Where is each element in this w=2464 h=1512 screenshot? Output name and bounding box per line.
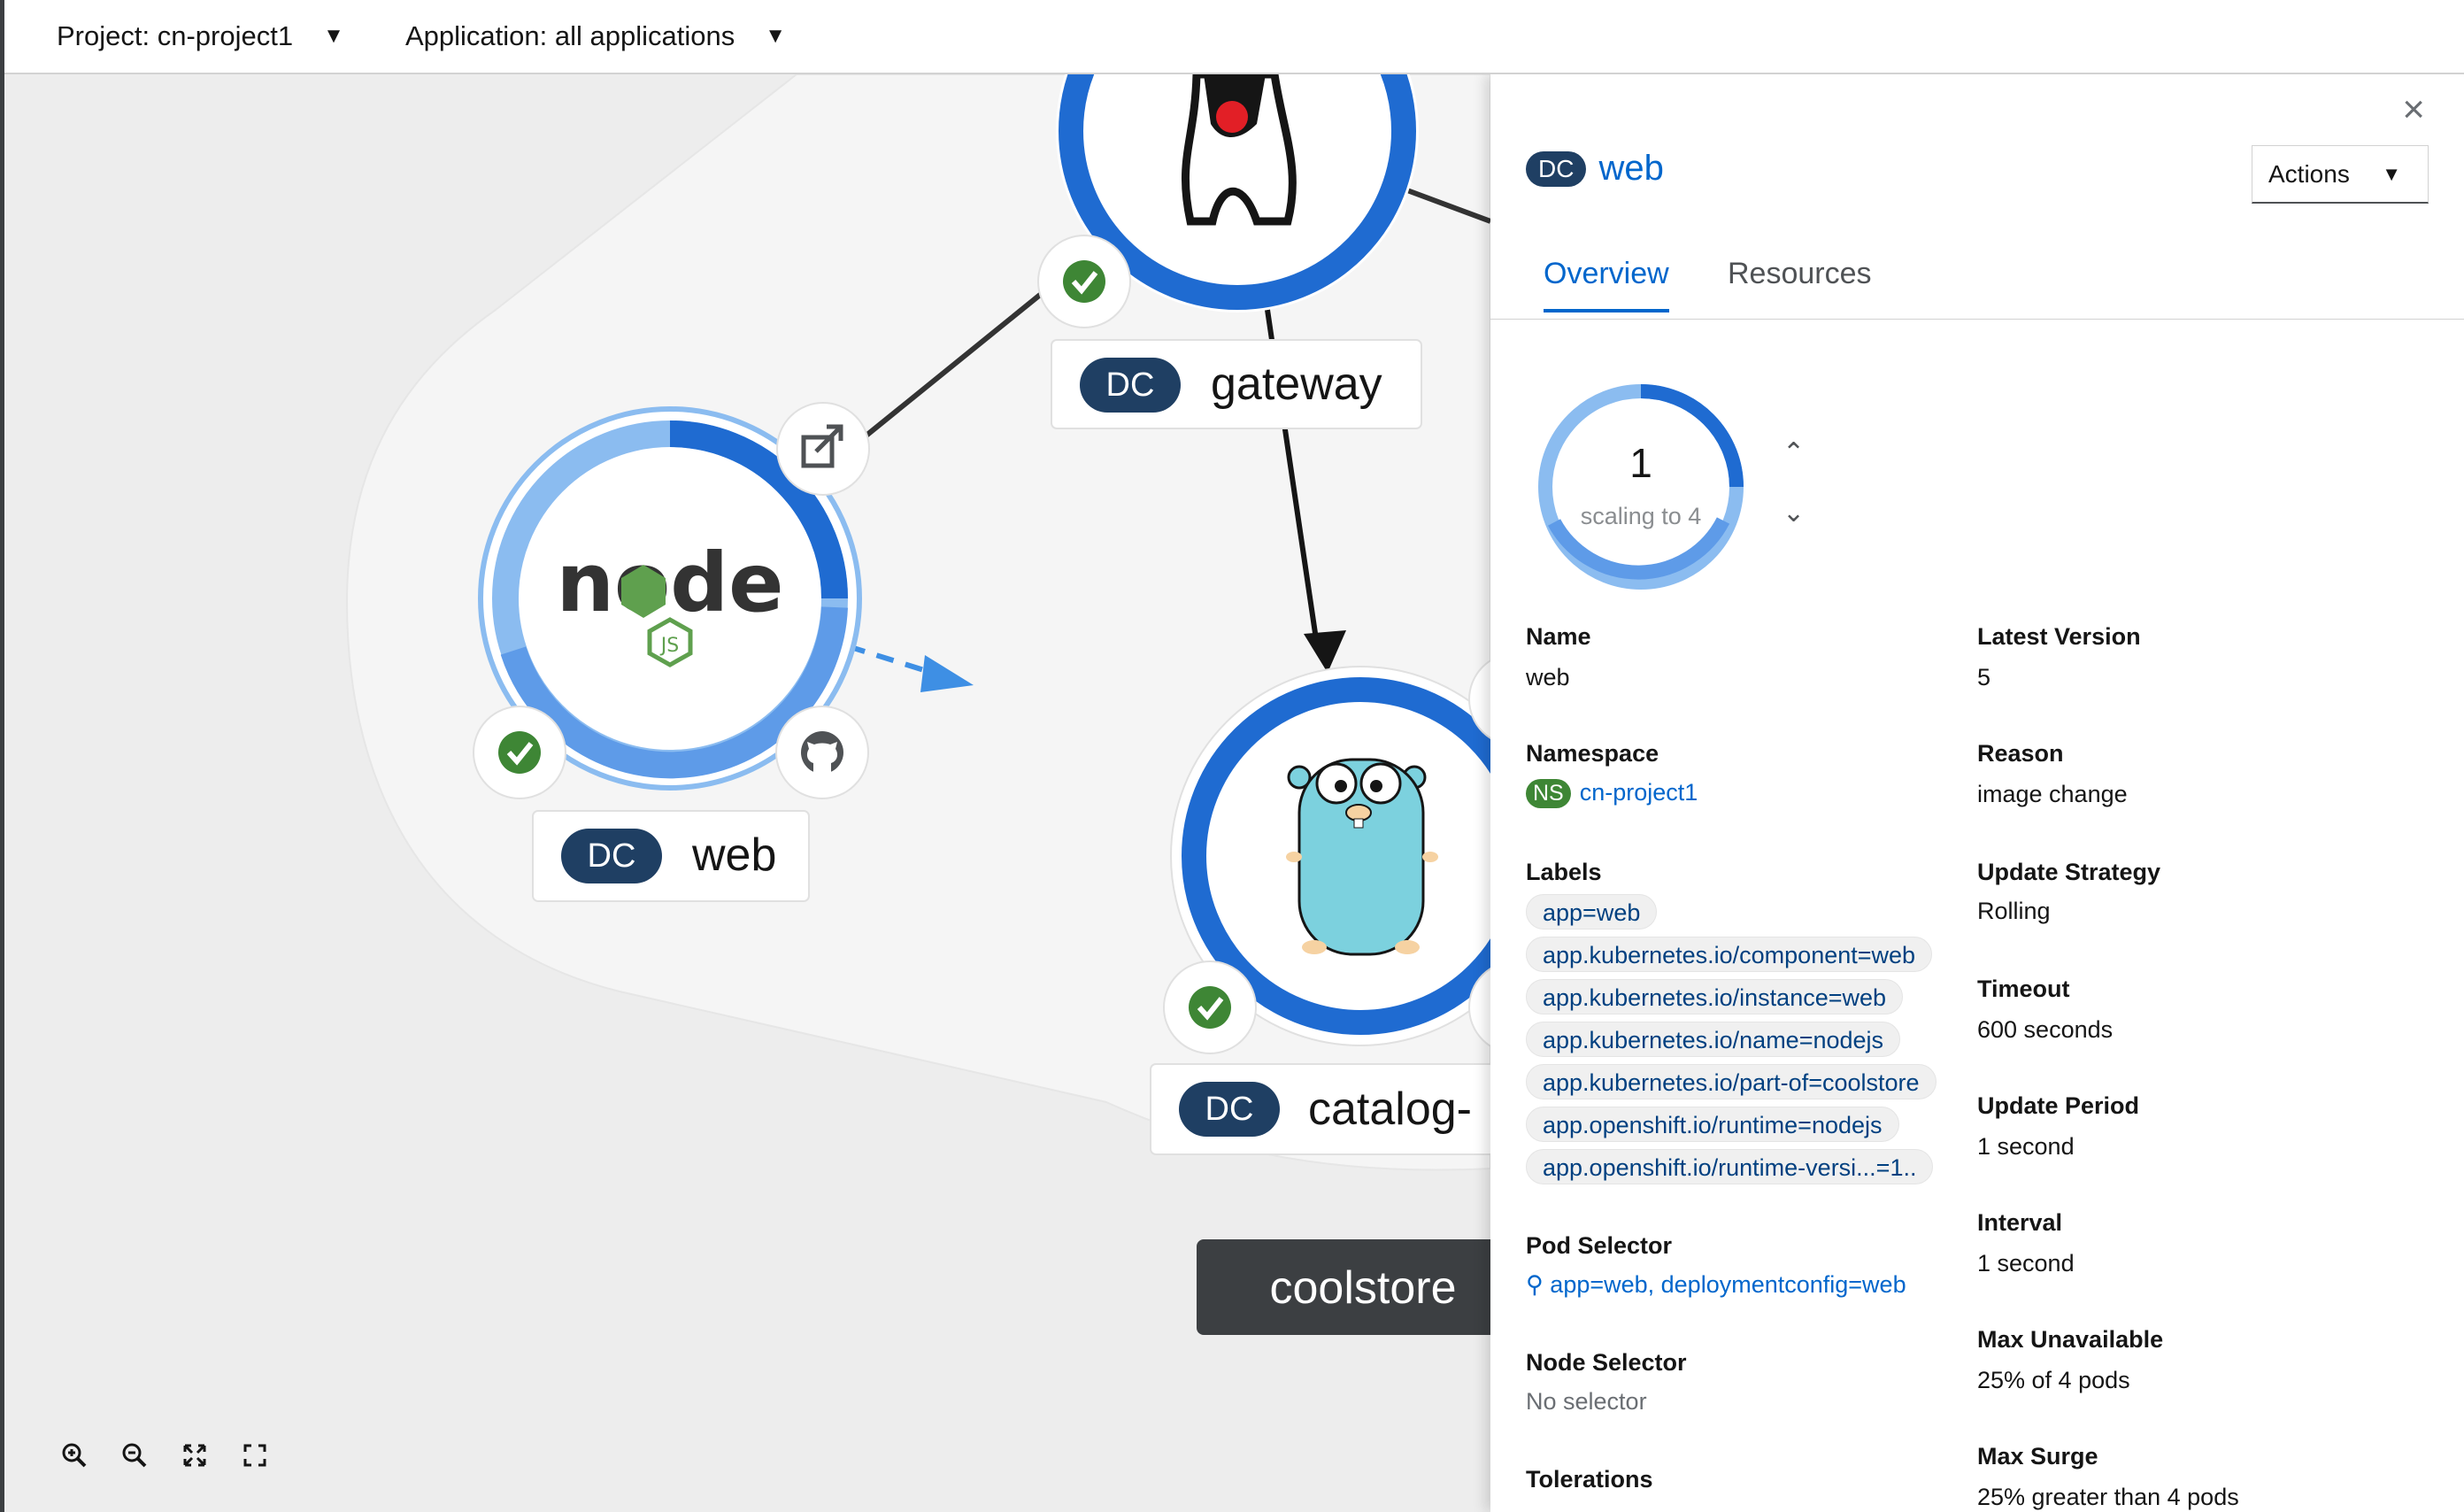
actions-label: Actions xyxy=(2268,159,2350,188)
update-period-value: 1 second xyxy=(1977,1133,2075,1160)
pod-count: 1 xyxy=(1629,440,1652,486)
caret-down-icon: ▼ xyxy=(2382,162,2401,185)
pod-scaling-text: scaling to 4 xyxy=(1580,503,1702,529)
update-strategy-value: Rolling xyxy=(1977,898,2051,924)
scale-down-icon[interactable]: ⌄ xyxy=(1783,498,1805,528)
interval-title: Interval xyxy=(1977,1209,2063,1236)
expand-icon xyxy=(243,1444,266,1467)
update-period-title: Update Period xyxy=(1977,1092,2140,1119)
pod-ring-donut: 1 scaling to 4 xyxy=(1535,381,1747,593)
latest-version-title: Latest Version xyxy=(1977,623,2141,650)
label-chip[interactable]: app.openshift.io/runtime-versi...=1.. xyxy=(1526,1149,1934,1184)
catalog-name: catalog- xyxy=(1308,1084,1472,1135)
label-chip[interactable]: app.kubernetes.io/component=web xyxy=(1526,937,1933,972)
label-web[interactable]: DC web xyxy=(532,810,810,902)
catalog-dc-badge: DC xyxy=(1205,1091,1254,1128)
interval-value: 1 second xyxy=(1977,1250,2075,1277)
namespace-value: NS cn-project1 xyxy=(1526,779,1698,808)
group-label-text: coolstore xyxy=(1270,1262,1457,1314)
web-name: web xyxy=(691,829,776,881)
label-chip[interactable]: app=web xyxy=(1526,894,1658,930)
context-bar: Project: cn-project1 ▼ Application: all … xyxy=(0,0,2464,74)
reason-title: Reason xyxy=(1977,740,2064,767)
namespace-link[interactable]: cn-project1 xyxy=(1580,779,1698,806)
namespace-title: Namespace xyxy=(1526,740,1659,767)
expand-arrows-icon xyxy=(183,1444,206,1467)
label-chip[interactable]: app.openshift.io/runtime=nodejs xyxy=(1526,1107,1899,1142)
name-title: Name xyxy=(1526,623,1591,650)
namespace-ns-badge: NS xyxy=(1526,779,1571,808)
gateway-name: gateway xyxy=(1211,359,1382,410)
close-icon[interactable]: × xyxy=(2402,90,2425,129)
application-group-label[interactable]: coolstore xyxy=(1197,1239,1490,1335)
timeout-title: Timeout xyxy=(1977,976,2070,1002)
project-selector-label: Project: cn-project1 xyxy=(57,20,294,51)
pod-selector-value: app=web, deploymentconfig=web xyxy=(1550,1271,1906,1298)
scale-up-icon[interactable]: ⌃ xyxy=(1783,437,1805,468)
zoom-in-icon xyxy=(62,1443,87,1468)
labels-title: Labels xyxy=(1526,859,1602,885)
timeout-value: 600 seconds xyxy=(1977,1016,2114,1043)
actions-dropdown[interactable]: Actions ▼ xyxy=(2252,145,2429,204)
label-catalog[interactable]: DC catalog- xyxy=(1150,1063,1490,1155)
label-chip[interactable]: app.kubernetes.io/instance=web xyxy=(1526,979,1904,1014)
caret-down-icon: ▼ xyxy=(323,24,344,48)
search-icon: ⚲ xyxy=(1526,1271,1544,1298)
label-gateway[interactable]: DC gateway xyxy=(1051,339,1422,429)
tab-overview[interactable]: Overview xyxy=(1544,257,1669,312)
update-strategy-title: Update Strategy xyxy=(1977,859,2161,885)
tab-resources[interactable]: Resources xyxy=(1728,257,1872,309)
max-surge-title: Max Surge xyxy=(1977,1443,2098,1470)
application-selector[interactable]: Application: all applications ▼ xyxy=(405,0,786,73)
panel-resource-link[interactable]: web xyxy=(1598,149,1663,189)
github-icon[interactable] xyxy=(775,706,869,799)
pod-selector-title: Pod Selector xyxy=(1526,1232,1673,1259)
pod-selector-link[interactable]: ⚲ app=web, deploymentconfig=web xyxy=(1526,1271,1906,1299)
project-selector[interactable]: Project: cn-project1 ▼ xyxy=(57,0,344,73)
max-unavailable-value: 25% of 4 pods xyxy=(1977,1367,2130,1393)
catalog-status-success-icon xyxy=(1163,960,1257,1054)
window-left-edge xyxy=(0,0,4,1512)
max-surge-value: 25% greater than 4 pods xyxy=(1977,1484,2239,1510)
label-chip[interactable]: app.kubernetes.io/name=nodejs xyxy=(1526,1022,1901,1057)
web-status-success-icon xyxy=(473,706,566,799)
name-value: web xyxy=(1526,664,1570,690)
open-url-icon[interactable] xyxy=(776,402,870,496)
web-dc-badge: DC xyxy=(588,837,636,875)
zoom-out-icon xyxy=(122,1443,147,1468)
latest-version-value: 5 xyxy=(1977,664,1991,690)
tolerations-title: Tolerations xyxy=(1526,1466,1653,1493)
caret-down-icon: ▼ xyxy=(765,24,786,48)
nodejs-js-text: JS xyxy=(659,635,679,657)
golang-gopher-icon xyxy=(1286,758,1438,956)
side-panel: × DC web Actions ▼ Overview Resources 1 … xyxy=(1490,74,2464,1512)
gateway-status-success-icon xyxy=(1037,235,1131,328)
reason-value: image change xyxy=(1977,781,2128,807)
topology-canvas[interactable]: node JS DC gateway DC web DC catalog- co… xyxy=(0,74,1490,1512)
panel-title: DC web xyxy=(1526,149,1664,189)
gateway-dc-badge: DC xyxy=(1106,366,1155,404)
panel-tabs: Overview Resources xyxy=(1490,246,2464,320)
max-unavailable-title: Max Unavailable xyxy=(1977,1326,2164,1353)
node-selector-title: Node Selector xyxy=(1526,1349,1687,1376)
nodejs-logo-text: node xyxy=(557,536,784,630)
panel-dc-badge: DC xyxy=(1526,150,1587,187)
application-selector-label: Application: all applications xyxy=(405,20,735,51)
node-selector-value: No selector xyxy=(1526,1388,1647,1415)
label-chip[interactable]: app.kubernetes.io/part-of=coolstore xyxy=(1526,1064,1937,1099)
